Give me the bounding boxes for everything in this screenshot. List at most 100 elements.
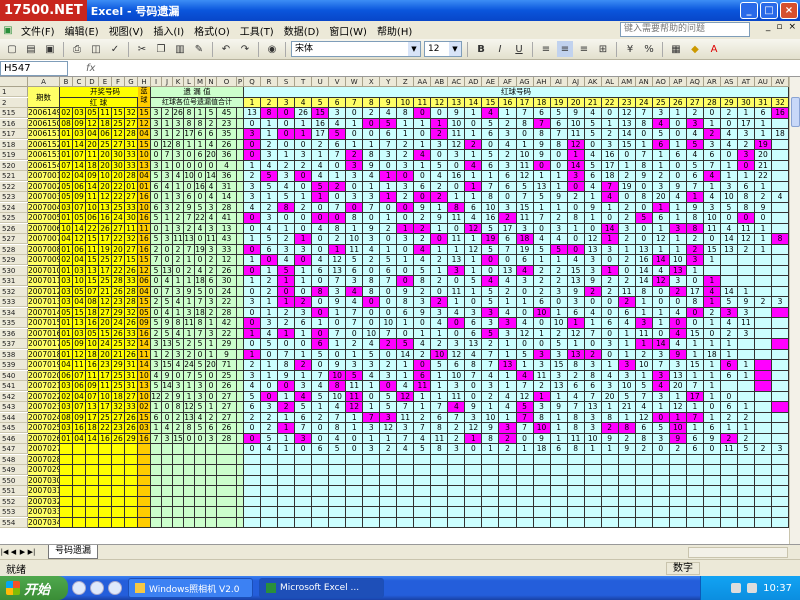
miss-number-cell[interactable]: 0: [380, 307, 398, 318]
miss-cell[interactable]: 24: [184, 360, 195, 371]
miss-number-cell[interactable]: 2: [431, 181, 449, 192]
miss-cell[interactable]: 6: [184, 192, 195, 203]
red-ball-cell[interactable]: 07: [73, 150, 86, 161]
miss-number-cell[interactable]: 3: [261, 150, 279, 161]
miss-number-cell[interactable]: 1: [737, 370, 755, 381]
miss-number-cell[interactable]: 4: [482, 370, 500, 381]
miss-number-cell[interactable]: 1: [618, 339, 636, 350]
blue-ball-cell[interactable]: [138, 517, 151, 528]
miss-cell[interactable]: 13: [162, 265, 173, 276]
miss-cell[interactable]: 41: [217, 213, 237, 224]
miss-number-cell[interactable]: 0: [397, 265, 415, 276]
miss-number-cell[interactable]: [482, 507, 500, 518]
miss-number-cell[interactable]: 10: [448, 370, 466, 381]
miss-cell[interactable]: 2: [151, 297, 162, 308]
miss-number-cell[interactable]: 3: [669, 276, 687, 287]
miss-number-cell[interactable]: 3: [295, 150, 313, 161]
miss-cell[interactable]: 5: [206, 108, 217, 119]
miss-number-cell[interactable]: 4: [346, 297, 364, 308]
miss-number-cell[interactable]: 5: [261, 234, 279, 245]
miss-number-cell[interactable]: [771, 160, 789, 171]
hit-cell[interactable]: 2: [431, 192, 449, 203]
miss-number-cell[interactable]: 2: [618, 234, 636, 245]
miss-number-cell[interactable]: 4: [261, 223, 279, 234]
miss-cell[interactable]: 5: [195, 423, 206, 434]
miss-number-cell[interactable]: 6: [652, 213, 670, 224]
miss-cell[interactable]: [151, 496, 162, 507]
number-header[interactable]: 20: [567, 97, 585, 108]
miss-number-cell[interactable]: 7: [380, 139, 398, 150]
miss-number-cell[interactable]: 1: [567, 223, 585, 234]
hit-cell[interactable]: 8: [686, 223, 704, 234]
hit-cell[interactable]: 2: [295, 297, 313, 308]
miss-number-cell[interactable]: 2: [550, 265, 568, 276]
miss-number-cell[interactable]: [448, 475, 466, 486]
scroll-thumb[interactable]: [791, 97, 800, 127]
row-header[interactable]: 523: [0, 192, 28, 202]
miss-number-cell[interactable]: 1: [346, 139, 364, 150]
miss-number-cell[interactable]: [329, 465, 347, 476]
miss-number-cell[interactable]: 0: [635, 202, 653, 213]
miss-number-cell[interactable]: 5: [618, 391, 636, 402]
column-header[interactable]: B: [60, 77, 73, 87]
miss-number-cell[interactable]: 4: [635, 402, 653, 413]
row-header[interactable]: 526: [0, 223, 28, 234]
miss-number-cell[interactable]: 0: [550, 297, 568, 308]
miss-number-cell[interactable]: 7: [652, 360, 670, 371]
miss-number-cell[interactable]: 0: [720, 150, 738, 161]
miss-cell[interactable]: 11: [184, 318, 195, 329]
miss-number-cell[interactable]: 16: [448, 171, 466, 182]
miss-number-cell[interactable]: 9: [431, 213, 449, 224]
miss-number-cell[interactable]: 10: [380, 318, 398, 329]
red-ball-cell[interactable]: 09: [73, 339, 86, 350]
hit-cell[interactable]: 4: [601, 192, 619, 203]
red-ball-cell[interactable]: 29: [112, 360, 125, 371]
red-ball-cell[interactable]: 32: [125, 307, 138, 318]
miss-number-cell[interactable]: 4: [771, 192, 789, 203]
miss-number-cell[interactable]: 1: [244, 255, 262, 266]
miss-number-cell[interactable]: 0: [533, 339, 551, 350]
column-header[interactable]: AN: [635, 77, 653, 87]
miss-number-cell[interactable]: 1: [465, 265, 483, 276]
red-ball-cell[interactable]: 03: [60, 276, 73, 287]
miss-number-cell[interactable]: 6: [669, 150, 687, 161]
miss-number-cell[interactable]: 1: [635, 370, 653, 381]
hit-cell[interactable]: 1: [278, 328, 296, 339]
miss-number-cell[interactable]: 21: [754, 160, 772, 171]
period-cell[interactable]: 2007009: [28, 255, 60, 266]
miss-number-cell[interactable]: 1: [499, 297, 517, 308]
row-header[interactable]: 539: [0, 360, 28, 370]
red-ball-cell[interactable]: 17: [99, 265, 112, 276]
miss-number-cell[interactable]: [771, 475, 789, 486]
miss-number-cell[interactable]: [380, 507, 398, 518]
miss-number-cell[interactable]: [686, 486, 704, 497]
miss-number-cell[interactable]: [431, 454, 449, 465]
miss-cell[interactable]: 27: [217, 391, 237, 402]
miss-cell[interactable]: 3: [151, 129, 162, 140]
miss-number-cell[interactable]: [754, 423, 772, 434]
miss-number-cell[interactable]: [754, 465, 772, 476]
hit-cell[interactable]: 2: [431, 129, 449, 140]
period-cell[interactable]: 2007020: [28, 370, 60, 381]
miss-number-cell[interactable]: 13: [550, 381, 568, 392]
hit-cell[interactable]: 2: [669, 286, 687, 297]
miss-number-cell[interactable]: 1: [703, 370, 721, 381]
miss-cell[interactable]: 22: [217, 297, 237, 308]
period-cell[interactable]: 2007016: [28, 328, 60, 339]
miss-number-cell[interactable]: [414, 517, 432, 528]
column-header[interactable]: AU: [754, 77, 772, 87]
miss-number-cell[interactable]: 1: [431, 391, 449, 402]
miss-number-cell[interactable]: 11: [720, 444, 738, 455]
red-ball-cell[interactable]: 20: [112, 171, 125, 182]
red-ball-cell[interactable]: 04: [60, 360, 73, 371]
column-header[interactable]: AK: [584, 77, 602, 87]
menu-edit[interactable]: 编辑(E): [60, 23, 104, 38]
miss-number-cell[interactable]: 8: [601, 412, 619, 423]
row-header[interactable]: 527: [0, 234, 28, 244]
red-ball-cell[interactable]: 20: [99, 160, 112, 171]
miss-number-cell[interactable]: 6: [465, 318, 483, 329]
miss-cell[interactable]: [206, 465, 217, 476]
miss-number-cell[interactable]: 0: [244, 339, 262, 350]
miss-number-cell[interactable]: [618, 486, 636, 497]
miss-number-cell[interactable]: 0: [261, 381, 279, 392]
